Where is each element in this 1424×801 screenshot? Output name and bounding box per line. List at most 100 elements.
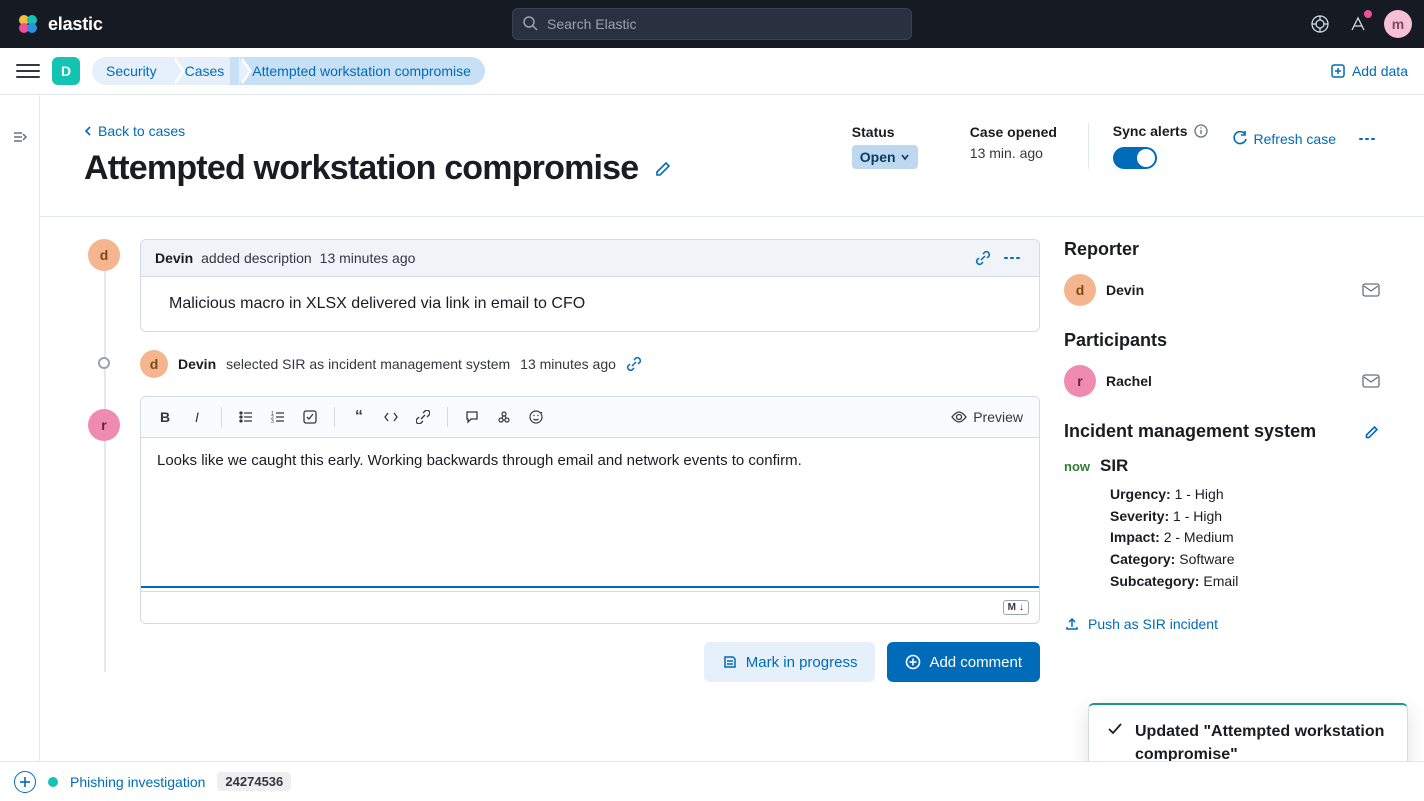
edit-title-icon[interactable] xyxy=(654,160,672,178)
global-search-input[interactable] xyxy=(512,8,912,40)
ims-subcategory-v: Email xyxy=(1203,573,1238,589)
link-button[interactable] xyxy=(409,403,437,431)
ims-severity-v: 1 - High xyxy=(1173,508,1222,524)
ims-impact-k: Impact: xyxy=(1110,529,1160,545)
breadcrumb-security[interactable]: Security xyxy=(92,57,173,85)
help-icon[interactable] xyxy=(1308,12,1332,36)
edit-ims-icon[interactable] xyxy=(1364,424,1380,440)
timeline-dot xyxy=(98,357,110,369)
add-data-label: Add data xyxy=(1352,63,1408,79)
newsfeed-icon[interactable] xyxy=(1346,12,1370,36)
avatar-rachel: r xyxy=(88,409,120,441)
mark-in-progress-button[interactable]: Mark in progress xyxy=(704,642,876,682)
status-value: Open xyxy=(860,149,896,165)
status-selector[interactable]: Open xyxy=(852,145,918,169)
timeline-event-count: 24274536 xyxy=(217,772,291,791)
page-title: Attempted workstation compromise xyxy=(84,149,638,188)
desc-action: added description xyxy=(201,250,312,266)
global-header: elastic m xyxy=(0,0,1424,48)
add-comment-label: Add comment xyxy=(929,654,1022,671)
brand-text: elastic xyxy=(48,14,103,35)
permalink-icon[interactable] xyxy=(975,250,991,266)
reporter-avatar: d xyxy=(1064,274,1096,306)
ims-name: SIR xyxy=(1100,456,1128,476)
timeline-status-dot xyxy=(48,777,58,787)
markdown-badge: M↓ xyxy=(1003,600,1029,615)
toast-message: Updated "Attempted workstation compromis… xyxy=(1135,721,1389,766)
desc-author: Devin xyxy=(155,250,193,266)
servicenow-logo: now xyxy=(1064,459,1090,474)
back-to-cases-link[interactable]: Back to cases xyxy=(84,123,832,139)
sidebar-expand-icon[interactable] xyxy=(12,129,28,761)
breadcrumb: Security Cases Attempted workstation com… xyxy=(92,57,485,85)
global-search[interactable] xyxy=(512,8,912,40)
italic-button[interactable]: I xyxy=(183,403,211,431)
search-icon xyxy=(522,15,538,31)
timeline-bottom-bar: Phishing investigation 24274536 xyxy=(0,761,1424,801)
ims-impact-v: 2 - Medium xyxy=(1164,529,1234,545)
nav-menu-toggle[interactable] xyxy=(16,59,40,83)
comment-textarea[interactable] xyxy=(141,438,1039,588)
sync-alerts-toggle[interactable] xyxy=(1113,147,1157,169)
opened-label: Case opened xyxy=(970,123,1060,141)
notification-dot xyxy=(1364,10,1372,18)
description-actions-menu[interactable] xyxy=(999,251,1025,265)
add-timeline-button[interactable] xyxy=(14,771,36,793)
desc-when: 13 minutes ago xyxy=(320,250,416,266)
collapsed-sidebar xyxy=(0,95,40,761)
event-when: 13 minutes ago xyxy=(520,356,616,372)
opened-value: 13 min. ago xyxy=(970,145,1060,161)
event-action: selected SIR as incident management syst… xyxy=(226,356,510,372)
avatar-devin: d xyxy=(88,239,120,271)
info-icon[interactable] xyxy=(1194,124,1208,138)
ims-category-k: Category: xyxy=(1110,551,1175,567)
add-data-link[interactable]: Add data xyxy=(1330,63,1408,79)
back-link-label: Back to cases xyxy=(98,123,185,139)
add-comment-button[interactable]: Add comment xyxy=(887,642,1040,682)
comment-button[interactable] xyxy=(458,403,486,431)
participant-mail-icon[interactable] xyxy=(1362,374,1380,388)
ims-severity-k: Severity: xyxy=(1110,508,1169,524)
editor-toolbar: B I 123 “ xyxy=(141,397,1039,438)
mention-button[interactable] xyxy=(490,403,518,431)
reporter-name: Devin xyxy=(1106,282,1144,298)
quote-button[interactable]: “ xyxy=(345,403,373,431)
code-button[interactable] xyxy=(377,403,405,431)
preview-toggle[interactable]: Preview xyxy=(945,409,1029,425)
refresh-case-label: Refresh case xyxy=(1254,131,1336,147)
event-permalink-icon[interactable] xyxy=(626,356,642,372)
space-selector[interactable]: D xyxy=(52,57,80,85)
ims-urgency-v: 1 - High xyxy=(1175,486,1224,502)
reporter-row: d Devin xyxy=(1064,274,1380,306)
participant-row: r Rachel xyxy=(1064,365,1380,397)
check-icon xyxy=(1107,721,1123,737)
push-as-sir-label: Push as SIR incident xyxy=(1088,616,1218,632)
svg-text:3: 3 xyxy=(271,419,274,424)
ul-button[interactable] xyxy=(232,403,260,431)
elastic-logo-icon xyxy=(16,12,40,36)
preview-label: Preview xyxy=(973,409,1023,425)
activity-event-ims-selected: d Devin selected SIR as incident managem… xyxy=(140,350,1040,378)
user-avatar[interactable]: m xyxy=(1384,10,1412,38)
bold-button[interactable]: B xyxy=(151,403,179,431)
ims-subcategory-k: Subcategory: xyxy=(1110,573,1199,589)
description-card: Devin added description 13 minutes ago M… xyxy=(140,239,1040,332)
avatar-devin-small: d xyxy=(140,350,168,378)
comment-editor: B I 123 “ xyxy=(140,396,1040,624)
brand-home[interactable]: elastic xyxy=(16,12,103,36)
reporter-title: Reporter xyxy=(1064,239,1380,260)
open-timeline-link[interactable]: Phishing investigation xyxy=(70,774,205,790)
emoji-button[interactable] xyxy=(522,403,550,431)
app-subheader: D Security Cases Attempted workstation c… xyxy=(0,48,1424,95)
checklist-button[interactable] xyxy=(296,403,324,431)
refresh-case-button[interactable]: Refresh case xyxy=(1232,131,1336,147)
ims-urgency-k: Urgency: xyxy=(1110,486,1171,502)
push-as-sir-link[interactable]: Push as SIR incident xyxy=(1064,616,1380,632)
case-actions-menu[interactable] xyxy=(1354,132,1380,146)
reporter-mail-icon[interactable] xyxy=(1362,283,1380,297)
description-body: Malicious macro in XLSX delivered via li… xyxy=(141,277,1039,331)
ol-button[interactable]: 123 xyxy=(264,403,292,431)
breadcrumb-current: Attempted workstation compromise xyxy=(230,57,485,85)
ims-title: Incident management system xyxy=(1064,421,1316,442)
participant-name: Rachel xyxy=(1106,373,1152,389)
